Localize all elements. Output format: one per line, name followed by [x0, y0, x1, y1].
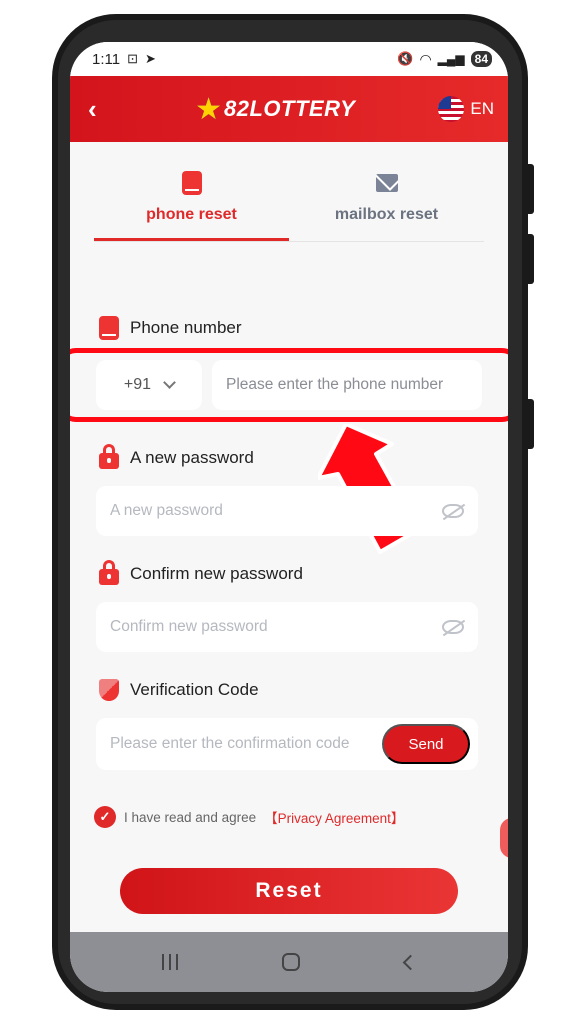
- shield-icon: [99, 679, 119, 701]
- battery-indicator: 84: [470, 51, 492, 67]
- confirm-password-input[interactable]: Confirm new password: [96, 602, 478, 652]
- confirm-password-label: Confirm new password: [98, 560, 303, 586]
- logo-text: 82LOTTERY: [224, 96, 356, 121]
- label-text: Confirm new password: [130, 564, 303, 583]
- wifi-icon: ◠: [419, 50, 432, 67]
- new-password-placeholder: A new password: [110, 502, 223, 519]
- label-text: Verification Code: [130, 680, 259, 699]
- recent-apps-icon[interactable]: [162, 954, 179, 970]
- telegram-icon: ➤: [145, 51, 156, 66]
- status-bar: 1:11 ⊡ ➤ 🔇 ◠ ▂▄▆ 84: [70, 42, 508, 76]
- phone-icon: [181, 171, 202, 195]
- logo-star-icon: ★: [195, 92, 223, 126]
- back-icon[interactable]: [402, 954, 419, 970]
- signal-icon: ▂▄▆: [437, 52, 465, 66]
- language-label: EN: [470, 99, 494, 118]
- confirm-password-placeholder: Confirm new password: [110, 618, 268, 635]
- highlight-box: [70, 348, 508, 422]
- reset-button[interactable]: Reset: [120, 868, 458, 914]
- phone-number-label: Phone number: [98, 316, 242, 340]
- us-flag-icon: [438, 96, 465, 122]
- label-text: A new password: [130, 448, 254, 467]
- app-screen: 1:11 ⊡ ➤ 🔇 ◠ ▂▄▆ 84 ‹ ★ 82LOTTERY EN pho…: [70, 42, 508, 992]
- phone-icon: [99, 316, 119, 340]
- label-text: Phone number: [130, 318, 242, 337]
- system-nav-bar: [70, 932, 508, 992]
- phone-side-button: [527, 399, 534, 449]
- send-code-button[interactable]: Send: [382, 724, 470, 764]
- home-icon[interactable]: [282, 953, 301, 971]
- screenshot-icon: ⊡: [127, 51, 138, 66]
- app-header: ‹ ★ 82LOTTERY EN: [70, 76, 508, 142]
- tab-label: mailbox reset: [334, 206, 439, 223]
- reset-tabs: phone reset mailbox reset: [94, 166, 484, 242]
- app-logo: ★ 82LOTTERY: [195, 92, 355, 127]
- lock-icon: [99, 444, 119, 469]
- verification-code-input[interactable]: Please enter the confirmation code Send: [96, 718, 478, 770]
- checkbox-checked-icon[interactable]: ✓: [94, 806, 116, 828]
- language-selector[interactable]: EN: [438, 96, 494, 122]
- new-password-input[interactable]: A new password: [96, 486, 478, 536]
- tab-mailbox-reset[interactable]: mailbox reset: [289, 166, 484, 241]
- phone-side-button: [527, 234, 534, 284]
- eye-off-icon[interactable]: [442, 504, 464, 518]
- agreement-text: I have read and agree: [124, 809, 257, 825]
- new-password-label: A new password: [98, 444, 254, 470]
- tab-phone-reset[interactable]: phone reset: [94, 166, 289, 241]
- lock-icon: [99, 560, 119, 585]
- eye-off-icon[interactable]: [442, 620, 464, 634]
- tab-label: phone reset: [146, 206, 237, 223]
- mail-icon: [375, 174, 398, 192]
- phone-side-button: [527, 164, 534, 214]
- mute-icon: 🔇: [397, 51, 414, 66]
- chevron-left-icon[interactable]: ‹: [88, 94, 112, 125]
- verification-code-label: Verification Code: [98, 678, 259, 702]
- verification-code-placeholder: Please enter the confirmation code: [110, 735, 350, 752]
- status-time: 1:11: [92, 50, 121, 68]
- floating-tab[interactable]: [500, 818, 508, 858]
- agreement-row: ✓ I have read and agree 【Privacy Agreeme…: [94, 806, 404, 828]
- reset-form: phone reset mailbox reset Phone number +…: [70, 142, 508, 932]
- privacy-agreement-link[interactable]: 【Privacy Agreement】: [264, 807, 404, 827]
